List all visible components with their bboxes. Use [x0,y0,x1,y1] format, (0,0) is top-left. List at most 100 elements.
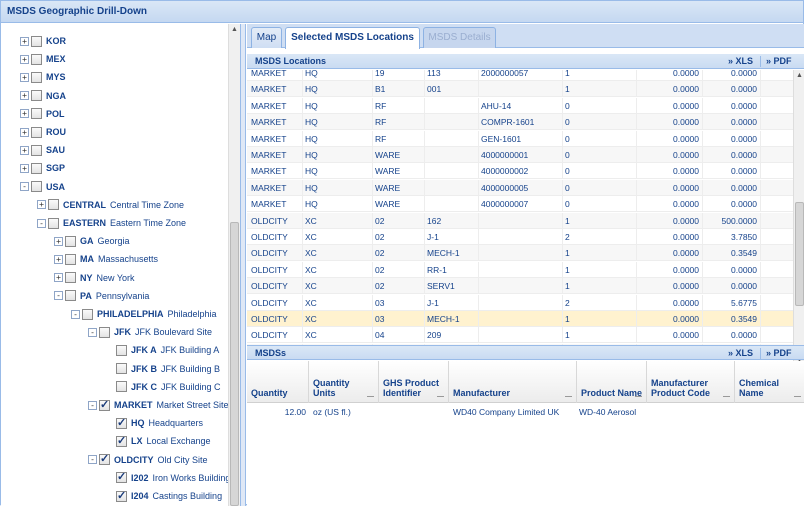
table-row[interactable]: MARKET HQ WARE 4000000007 0 0.0000 0.0000 [247,196,793,213]
table-row[interactable]: MARKET HQ B1 001 1 0.0000 0.0000 [247,81,793,98]
table-row[interactable]: OLDCITY XC 04 209 1 0.0000 0.0000 [247,327,793,344]
node-checkbox[interactable] [31,162,42,174]
tree-node[interactable]: JFK C JFK Building C [105,378,221,396]
expand-icon[interactable]: + [20,36,29,46]
expand-icon[interactable]: + [20,163,29,173]
tree-node[interactable]: - USA [20,178,69,196]
tab-msds-details[interactable]: MSDS Details [423,27,496,48]
expand-icon[interactable]: + [54,273,63,283]
table-row[interactable]: MARKET HQ 19 113 2000000057 1 0.0000 0.0000 [247,70,793,81]
tree-node[interactable]: I204Castings Building [105,487,222,505]
node-checkbox[interactable] [31,126,42,138]
scroll-thumb[interactable] [230,222,239,506]
tree-node[interactable]: JFK A JFK Building A [105,341,219,359]
expand-icon[interactable]: + [20,91,29,101]
tree-node[interactable]: - PA Pennsylvania [54,287,149,305]
tab-map[interactable]: Map [251,27,282,48]
expand-icon[interactable]: + [20,145,29,155]
node-checkbox[interactable] [31,181,42,193]
tab-selected-msds-locations[interactable]: Selected MSDS Locations [285,27,420,49]
tree-node[interactable]: + MYS [20,68,70,86]
tree-node[interactable]: + MEX [20,50,70,68]
node-checkbox[interactable] [65,272,76,284]
table-row[interactable]: OLDCITY XC 02 J-1 2 0.0000 3.7850 [247,229,793,245]
table-row[interactable]: MARKET HQ RF COMPR-1601 0 0.0000 0.0000 [247,114,793,131]
table-row[interactable]: OLDCITY XC 02 162 1 0.0000 500.0000 [247,212,793,229]
table-row[interactable]: MARKET HQ WARE 4000000005 0 0.0000 0.0000 [247,179,793,196]
col-product-name[interactable]: Product Name [577,361,647,403]
tree-node[interactable]: + GA Georgia [54,232,130,250]
scroll-thumb[interactable] [795,202,804,306]
col-quantity-units[interactable]: Quantity Units [309,361,379,403]
col-ghs-product-identifier[interactable]: GHS Product Identifier [379,361,449,403]
node-checkbox[interactable] [99,326,110,338]
table-row[interactable]: MARKET HQ WARE 4000000002 0 0.0000 0.0000 [247,163,793,180]
export-pdf-link[interactable]: » PDF [766,346,792,361]
node-checkbox[interactable] [65,253,76,265]
node-checkbox[interactable] [31,53,42,65]
node-checkbox[interactable] [116,381,127,393]
tree-node[interactable]: + SAU [20,141,69,159]
tree-node[interactable]: + CENTRAL Central Time Zone [37,196,184,214]
table-row[interactable]: OLDCITY XC 03 MECH-1 1 0.0000 0.3549 [247,311,793,327]
tree-node[interactable]: + SGP [20,159,69,177]
node-checkbox[interactable] [65,235,76,247]
node-checkbox[interactable] [31,90,42,102]
expand-icon[interactable]: + [37,200,46,210]
tree-scrollbar[interactable]: ▲ [228,24,240,506]
tree-node[interactable]: + ROU [20,123,70,141]
node-checkbox[interactable] [65,290,76,302]
tree-node[interactable]: + MA Massachusetts [54,250,158,268]
table-row[interactable]: OLDCITY XC 02 MECH-1 1 0.0000 0.3549 [247,245,793,262]
collapse-icon[interactable]: - [20,182,29,192]
col-manufacturer-product-code[interactable]: Manufacturer Product Code [647,361,735,403]
node-checkbox[interactable] [116,489,127,502]
node-checkbox[interactable] [31,108,42,120]
collapse-icon[interactable]: - [37,218,46,228]
node-checkbox[interactable] [99,398,110,411]
collapse-icon[interactable]: - [88,327,97,337]
tree-node[interactable]: + KOR [20,32,70,50]
tree-node[interactable]: - JFK JFK Boulevard Site [88,323,212,341]
col-quantity[interactable]: Quantity [247,361,309,403]
node-checkbox[interactable] [116,363,127,375]
node-checkbox[interactable] [116,344,127,356]
tree-node[interactable]: - MARKETMarket Street Site [88,396,229,414]
panel-splitter[interactable] [241,24,246,506]
table-row[interactable]: OLDCITY XC 03 J-1 2 0.0000 5.6775 [247,294,793,311]
expand-icon[interactable]: + [20,54,29,64]
collapse-icon[interactable]: - [88,400,97,410]
node-checkbox[interactable] [116,470,127,484]
export-pdf-link[interactable]: » PDF [766,54,792,69]
collapse-icon[interactable]: - [88,455,97,465]
tree-node[interactable]: + NGA [20,87,70,105]
table-row[interactable]: MARKET HQ WARE 4000000001 0 0.0000 0.0000 [247,147,793,163]
table-row[interactable]: MARKET HQ RF GEN-1601 0 0.0000 0.0000 [247,130,793,147]
tree-node[interactable]: + NY New York [54,269,135,287]
collapse-icon[interactable]: - [71,309,80,319]
node-checkbox[interactable] [99,452,110,466]
scroll-up-icon[interactable]: ▲ [794,70,804,81]
tree-node[interactable]: - PHILADELPHIA Philadelphia [71,305,217,323]
table-row[interactable]: OLDCITY XC 02 SERV1 1 0.0000 0.0000 [247,278,793,295]
tree-node[interactable]: HQHeadquarters [105,414,203,432]
node-checkbox[interactable] [48,217,59,229]
expand-icon[interactable]: + [54,236,63,246]
tree-node[interactable]: JFK B JFK Building B [105,360,220,378]
tree-node[interactable]: - OLDCITYOld City Site [88,451,208,469]
node-checkbox[interactable] [82,308,93,320]
export-xls-link[interactable]: » XLS [728,346,753,361]
tree-node[interactable]: LXLocal Exchange [105,432,211,450]
tree-node[interactable]: + POL [20,105,69,123]
node-checkbox[interactable] [48,199,59,211]
export-xls-link[interactable]: » XLS [728,54,753,69]
expand-icon[interactable]: + [20,127,29,137]
expand-icon[interactable]: + [20,72,29,82]
col-chemical-name[interactable]: Chemical Name [735,361,804,403]
table-row[interactable]: 12.00 oz (US fl.) WD40 Company Limited U… [247,404,804,420]
scroll-up-icon[interactable]: ▲ [229,24,240,35]
node-checkbox[interactable] [31,71,42,83]
node-checkbox[interactable] [116,434,127,447]
node-checkbox[interactable] [31,35,42,47]
table-row[interactable]: OLDCITY XC 02 RR-1 1 0.0000 0.0000 [247,261,793,278]
